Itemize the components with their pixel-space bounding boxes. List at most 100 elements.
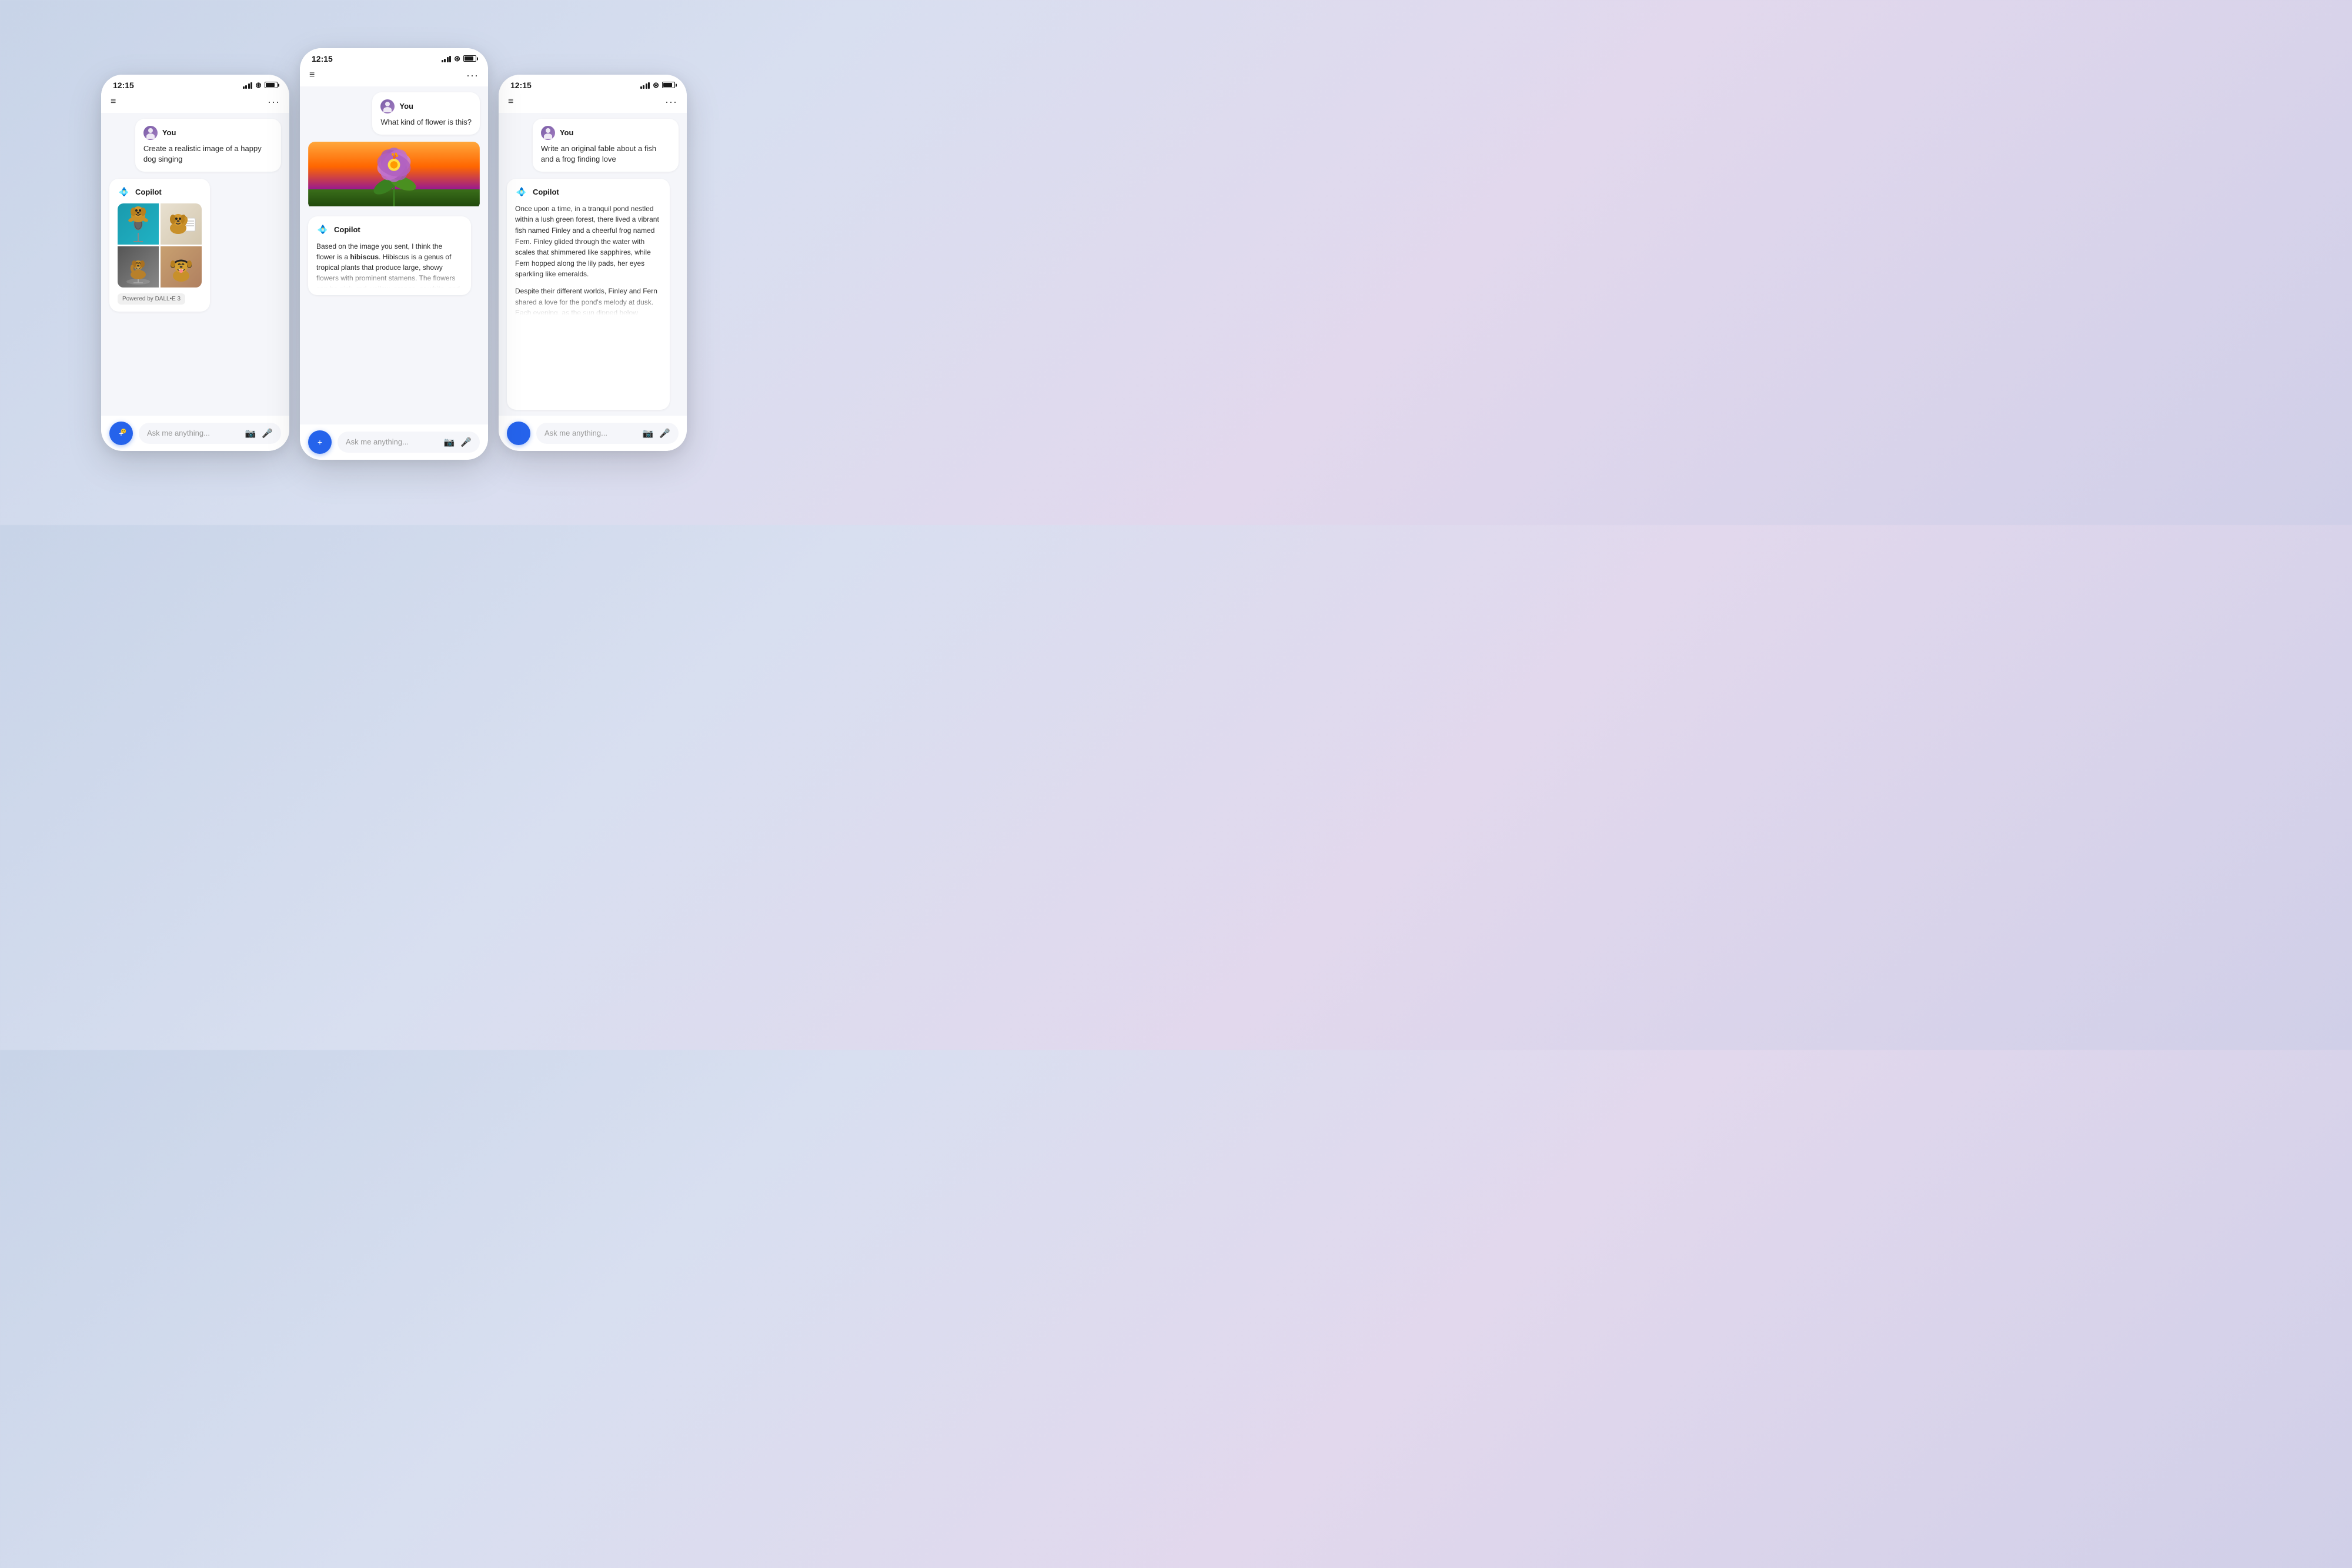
user-avatar-center xyxy=(380,99,395,113)
wifi-icon-right: ⊛ xyxy=(653,81,659,90)
flower-image-container xyxy=(308,142,480,209)
user-avatar-right xyxy=(541,126,555,140)
copilot-logo-right xyxy=(515,186,528,199)
copilot-header-left: Copilot xyxy=(118,186,202,199)
battery-icon-right xyxy=(662,82,675,88)
battery-icon-left xyxy=(265,82,278,88)
more-icon-left[interactable]: ··· xyxy=(268,96,280,108)
chat-area-right: You Write an original fable about a fish… xyxy=(499,113,687,416)
input-icons-right: 📷 🎤 xyxy=(643,428,670,439)
copilot-label-right: Copilot xyxy=(533,188,559,196)
input-area-center: + Ask me anything... 📷 🎤 xyxy=(300,424,488,460)
input-field-right[interactable]: Ask me anything... 📷 🎤 xyxy=(536,423,679,444)
dog-image-1 xyxy=(118,203,159,245)
camera-icon-left[interactable]: 📷 xyxy=(245,428,256,439)
time-center: 12:15 xyxy=(312,54,333,63)
copilot-text-p-center: Based on the image you sent, I think the… xyxy=(316,241,463,288)
flower-image-svg xyxy=(308,142,480,206)
more-icon-center[interactable]: ··· xyxy=(466,69,479,82)
phones-container: 12:15 ⊛ ≡ ··· You xyxy=(101,66,687,460)
copilot-bubble-center: Copilot Based on the image you sent, I t… xyxy=(308,216,471,295)
copilot-label-center: Copilot xyxy=(334,225,360,234)
copilot-header-right: Copilot xyxy=(515,186,662,199)
dalle-badge: Powered by DALL•E 3 xyxy=(118,293,185,305)
input-field-left[interactable]: Ask me anything... 📷 🎤 xyxy=(139,423,281,444)
user-bubble-left: You Create a realistic image of a happy … xyxy=(135,119,281,172)
status-icons-left: ⊛ xyxy=(243,81,278,90)
compose-icon-left: + 😊 xyxy=(115,427,127,439)
user-header-center: You xyxy=(380,99,472,113)
time-right: 12:15 xyxy=(510,81,532,90)
compose-button-left[interactable]: + 😊 xyxy=(109,422,133,445)
user-header-right: You xyxy=(541,126,670,140)
status-bar-right: 12:15 ⊛ xyxy=(499,75,687,92)
copilot-logo-left xyxy=(118,186,131,199)
phone-center: 12:15 ⊛ ≡ ··· You xyxy=(300,48,488,460)
user-bubble-right: You Write an original fable about a fish… xyxy=(533,119,679,172)
chat-area-center: You What kind of flower is this? xyxy=(300,86,488,424)
compose-icon-center: + xyxy=(314,436,326,448)
copilot-header-center: Copilot xyxy=(316,223,463,236)
fable-text-right: Once upon a time, in a tranquil pond nes… xyxy=(515,203,662,315)
more-icon-right[interactable]: ··· xyxy=(665,96,677,108)
user-label-left: You xyxy=(162,128,176,137)
compose-button-center[interactable]: + xyxy=(308,430,332,454)
phone-right: 12:15 ⊛ ≡ ··· You xyxy=(499,75,687,451)
signal-icon-center xyxy=(442,55,452,62)
dog-image-2 xyxy=(161,203,202,245)
menu-icon-right[interactable]: ≡ xyxy=(508,96,513,107)
image-grid-left xyxy=(118,203,202,287)
input-field-center[interactable]: Ask me anything... 📷 🎤 xyxy=(338,432,480,453)
wifi-icon-left: ⊛ xyxy=(255,81,262,90)
user-text-right: Write an original fable about a fish and… xyxy=(541,143,670,165)
user-avatar-left xyxy=(143,126,158,140)
input-icons-left: 📷 🎤 xyxy=(245,428,273,439)
svg-text:+: + xyxy=(318,437,322,447)
input-icons-center: 📷 🎤 xyxy=(444,437,472,447)
user-header-left: You xyxy=(143,126,273,140)
nav-bar-center: ≡ ··· xyxy=(300,66,488,86)
mic-icon-right[interactable]: 🎤 xyxy=(659,428,670,439)
battery-icon-center xyxy=(463,55,476,62)
mic-icon-left[interactable]: 🎤 xyxy=(262,428,273,439)
chat-area-left: You Create a realistic image of a happy … xyxy=(101,113,289,416)
fable-paragraph-2: Despite their different worlds, Finley a… xyxy=(515,286,662,315)
nav-bar-right: ≡ ··· xyxy=(499,92,687,113)
wifi-icon-center: ⊛ xyxy=(454,54,460,63)
copilot-logo-center xyxy=(316,223,329,236)
copilot-bubble-left: Copilot xyxy=(109,179,210,312)
user-bubble-center: You What kind of flower is this? xyxy=(372,92,480,135)
time-left: 12:15 xyxy=(113,81,134,90)
input-area-left: + 😊 Ask me anything... 📷 🎤 xyxy=(101,416,289,451)
fable-paragraph-1: Once upon a time, in a tranquil pond nes… xyxy=(515,203,662,280)
status-bar-center: 12:15 ⊛ xyxy=(300,48,488,66)
copilot-label-left: Copilot xyxy=(135,188,162,196)
camera-icon-right[interactable]: 📷 xyxy=(643,428,654,439)
user-text-left: Create a realistic image of a happy dog … xyxy=(143,143,273,165)
status-bar-left: 12:15 ⊛ xyxy=(101,75,289,92)
mic-icon-center[interactable]: 🎤 xyxy=(460,437,472,447)
signal-icon-right xyxy=(640,82,650,89)
svg-text:😊: 😊 xyxy=(121,429,126,434)
user-text-center: What kind of flower is this? xyxy=(380,117,472,128)
status-icons-center: ⊛ xyxy=(442,54,476,63)
status-icons-right: ⊛ xyxy=(640,81,675,90)
menu-icon-center[interactable]: ≡ xyxy=(309,70,315,81)
input-area-right: Ask me anything... 📷 🎤 xyxy=(499,416,687,451)
compose-button-right[interactable] xyxy=(507,422,530,445)
signal-icon-left xyxy=(243,82,253,89)
input-placeholder-center: Ask me anything... xyxy=(346,437,409,446)
dog-image-3 xyxy=(118,246,159,287)
nav-bar-left: ≡ ··· xyxy=(101,92,289,113)
user-label-center: You xyxy=(399,102,413,111)
menu-icon-left[interactable]: ≡ xyxy=(111,96,116,107)
compose-icon-right xyxy=(513,427,524,439)
camera-icon-center[interactable]: 📷 xyxy=(444,437,455,447)
input-placeholder-right: Ask me anything... xyxy=(544,429,607,437)
user-label-right: You xyxy=(560,128,574,137)
input-placeholder-left: Ask me anything... xyxy=(147,429,210,437)
copilot-text-center: Based on the image you sent, I think the… xyxy=(316,241,463,288)
phone-left: 12:15 ⊛ ≡ ··· You xyxy=(101,75,289,451)
copilot-bubble-right: Copilot Once upon a time, in a tranquil … xyxy=(507,179,670,410)
dog-image-4 xyxy=(161,246,202,287)
